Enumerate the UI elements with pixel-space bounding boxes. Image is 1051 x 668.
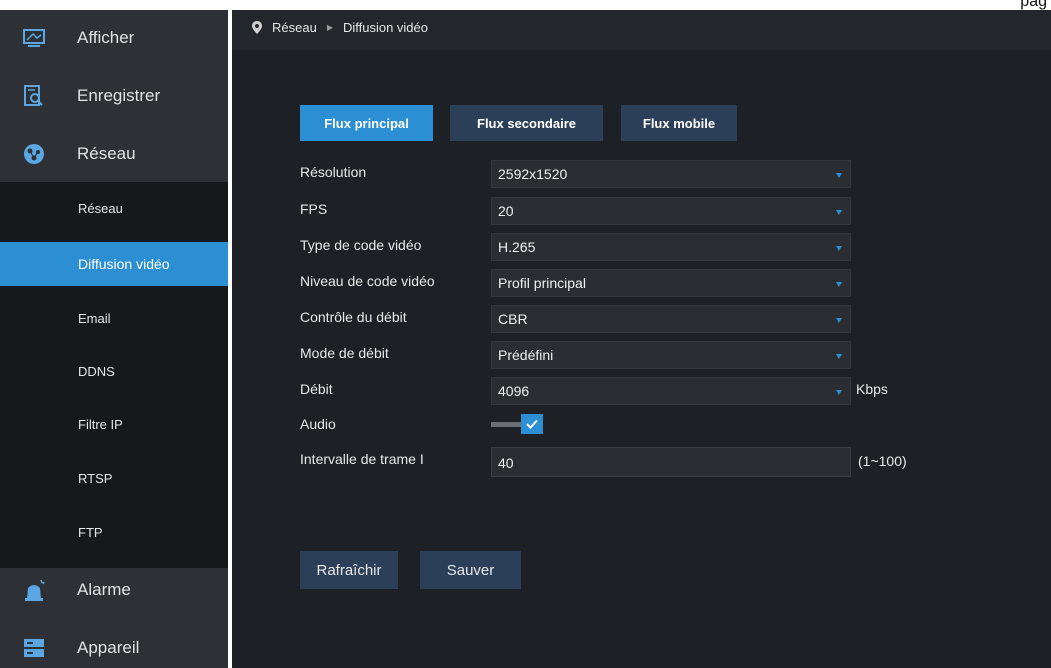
sidebar-subitem-ftp[interactable]: FTP <box>0 506 228 558</box>
codec-type-select[interactable]: H.265 <box>491 233 851 261</box>
bitrate-label: Débit <box>300 381 333 397</box>
iframe-interval-range: (1~100) <box>858 453 907 469</box>
sidebar-item-alarme[interactable]: Alarme <box>0 562 228 618</box>
checkmark-icon <box>521 414 543 434</box>
iframe-interval-label: Intervalle de trame I <box>300 451 424 467</box>
fps-value: 20 <box>498 203 514 219</box>
iframe-interval-value: 40 <box>498 455 514 471</box>
save-button[interactable]: Sauver <box>420 551 521 589</box>
top-bar: Réseau ▶ Diffusion vidéo <box>232 10 1051 50</box>
bitrate-mode-select[interactable]: Prédéfini <box>491 341 851 369</box>
bitrate-mode-label: Mode de débit <box>300 345 389 361</box>
breadcrumb: Réseau ▶ Diffusion vidéo <box>252 20 428 35</box>
sidebar-subitem-label: Filtre IP <box>78 416 123 432</box>
sidebar-item-label: Enregistrer <box>77 86 161 105</box>
caret-down-icon <box>836 173 842 178</box>
caret-down-icon <box>836 354 842 359</box>
resolution-label: Résolution <box>300 164 367 180</box>
resolution-select[interactable]: 2592x1520 <box>491 160 851 188</box>
sidebar-item-reseau[interactable]: Réseau <box>0 126 228 182</box>
caret-down-icon <box>836 282 842 287</box>
refresh-button-label: Rafraîchir <box>316 561 382 579</box>
sidebar-subitem-label: Réseau <box>78 200 123 216</box>
bitrate-control-value: CBR <box>498 311 528 327</box>
device-storage-icon <box>22 636 46 660</box>
tab-label: Flux mobile <box>642 115 716 131</box>
codec-level-label: Niveau de code vidéo <box>300 273 435 289</box>
bitrate-mode-value: Prédéfini <box>498 347 554 363</box>
sidebar-subitem-label: RTSP <box>78 470 113 486</box>
sidebar-item-label: Réseau <box>77 144 136 163</box>
tab-flux-mobile[interactable]: Flux mobile <box>621 105 737 141</box>
toggle-track <box>491 422 523 427</box>
sidebar-subitem-reseau[interactable]: Réseau <box>0 182 228 234</box>
chevron-right-icon: ▶ <box>326 23 333 32</box>
sidebar-item-label: Appareil <box>77 638 140 657</box>
tab-label: Flux principal <box>324 115 409 131</box>
audio-toggle[interactable] <box>491 414 553 434</box>
tab-flux-secondaire[interactable]: Flux secondaire <box>450 105 603 141</box>
sidebar-subitem-filtre-ip[interactable]: Filtre IP <box>0 398 228 450</box>
breadcrumb-item-diffusion-video: Diffusion vidéo <box>342 20 429 35</box>
sidebar-subitem-rtsp[interactable]: RTSP <box>0 452 228 504</box>
audio-label: Audio <box>300 416 336 432</box>
fps-label: FPS <box>300 201 328 217</box>
codec-level-value: Profil principal <box>498 275 586 291</box>
bitrate-select[interactable]: 4096 <box>491 377 851 405</box>
sidebar-item-label: Afficher <box>77 28 135 47</box>
page-edge: pag <box>0 0 1051 10</box>
globe-network-icon <box>22 142 46 166</box>
tab-flux-principal[interactable]: Flux principal <box>300 105 433 141</box>
sidebar-subitem-label: Email <box>78 310 111 326</box>
sidebar-subitem-email[interactable]: Email <box>0 292 228 344</box>
resolution-value: 2592x1520 <box>498 166 568 182</box>
tab-label: Flux secondaire <box>477 115 576 131</box>
codec-level-select[interactable]: Profil principal <box>491 269 851 297</box>
sidebar-item-label: Alarme <box>77 580 131 599</box>
sidebar-item-appareil[interactable]: Appareil <box>0 620 228 668</box>
caret-down-icon <box>836 390 842 395</box>
refresh-button[interactable]: Rafraîchir <box>300 551 398 589</box>
fps-select[interactable]: 20 <box>491 197 851 225</box>
caret-down-icon <box>836 318 842 323</box>
location-pin-icon <box>252 21 262 34</box>
bitrate-control-label: Contrôle du débit <box>300 309 407 325</box>
codec-type-label: Type de code vidéo <box>300 237 422 253</box>
sidebar-subitem-label: DDNS <box>78 363 115 379</box>
sidebar-item-enregistrer[interactable]: Enregistrer <box>0 68 228 124</box>
main-content: Flux principal Flux secondaire Flux mobi… <box>232 50 1051 668</box>
breadcrumb-item-reseau[interactable]: Réseau <box>272 20 317 35</box>
bitrate-unit: Kbps <box>856 381 888 397</box>
sidebar-subitem-label: FTP <box>78 524 103 540</box>
iframe-interval-input[interactable]: 40 <box>491 447 851 477</box>
monitor-icon <box>22 26 46 50</box>
bitrate-control-select[interactable]: CBR <box>491 305 851 333</box>
sidebar-item-afficher[interactable]: Afficher <box>0 10 228 66</box>
sidebar-subitem-label: Diffusion vidéo <box>78 256 170 272</box>
bitrate-value: 4096 <box>498 383 530 399</box>
sidebar-subitem-diffusion-video[interactable]: Diffusion vidéo <box>0 242 228 286</box>
sidebar: Afficher Enregistrer Réseau Réseau Diffu… <box>0 10 228 668</box>
caret-down-icon <box>836 246 842 251</box>
record-search-icon <box>22 84 46 108</box>
sidebar-submenu: Réseau Diffusion vidéo Email DDNS Filtre… <box>0 182 228 568</box>
save-button-label: Sauver <box>446 561 495 579</box>
sidebar-subitem-ddns[interactable]: DDNS <box>0 345 228 397</box>
alarm-bell-icon <box>22 578 46 602</box>
codec-type-value: H.265 <box>498 239 536 255</box>
caret-down-icon <box>836 210 842 215</box>
